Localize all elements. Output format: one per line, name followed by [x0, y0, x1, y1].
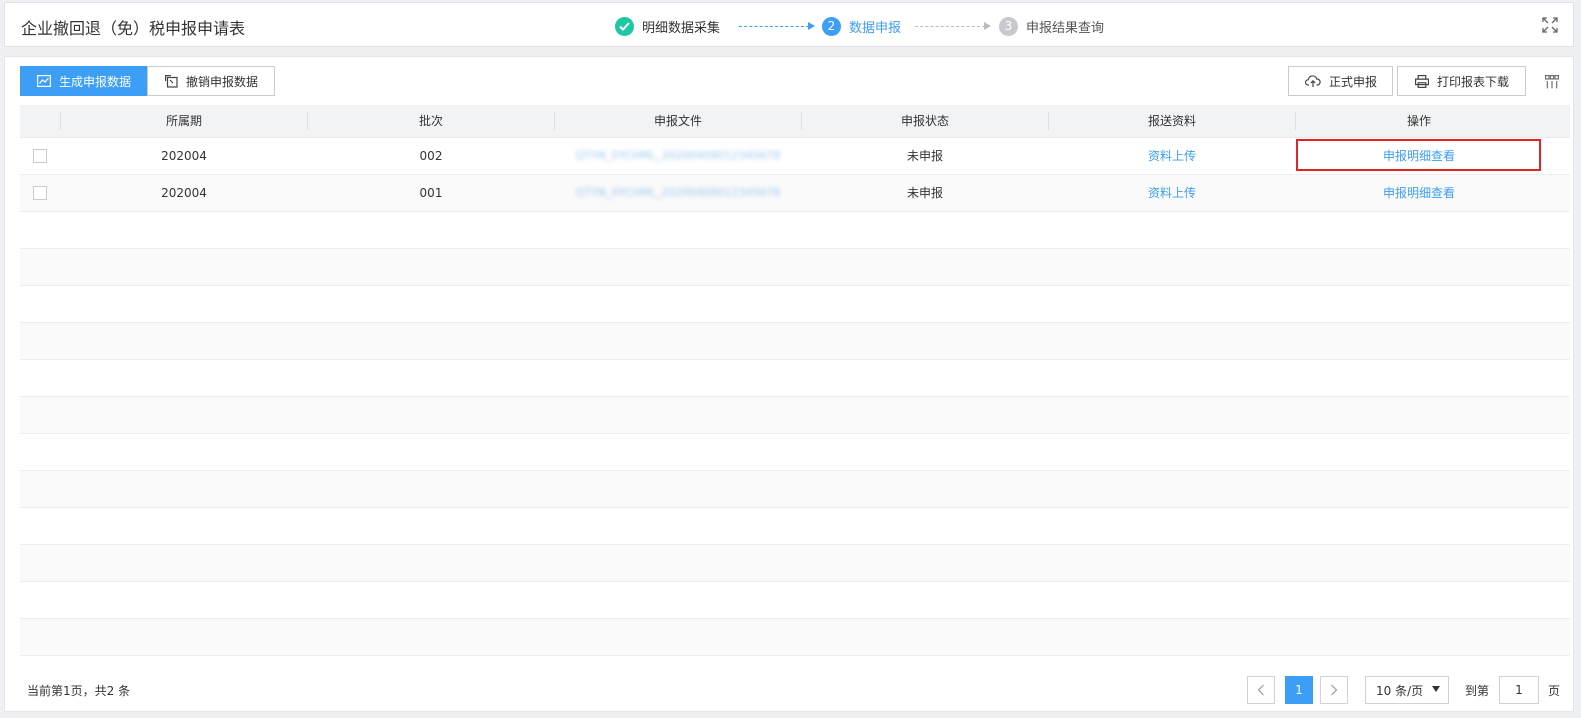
batch-cell: 001 — [419, 186, 443, 200]
empty-row — [20, 545, 1570, 582]
step-label: 申报结果查询 — [1026, 20, 1105, 36]
prev-page-button[interactable] — [1247, 676, 1275, 704]
printer-icon — [1415, 74, 1429, 88]
empty-row — [20, 323, 1570, 360]
view-detail-link[interactable]: 申报明细查看 — [1296, 175, 1542, 211]
empty-row — [20, 582, 1570, 619]
goto-page-input[interactable] — [1499, 676, 1539, 704]
empty-row — [20, 471, 1570, 508]
goto-suffix: 页 — [1548, 684, 1561, 698]
print-download-button[interactable]: 打印报表下载 — [1397, 66, 1526, 96]
column-header: 所属期 — [165, 114, 202, 128]
pagination-summary: 当前第1页，共2 条 — [27, 684, 131, 698]
revoke-icon — [165, 74, 178, 88]
step-result-query[interactable]: 3 申报结果查询 — [999, 15, 1104, 37]
table-row: 202004 001 QTYN_0YCHML_20200409012345678… — [20, 175, 1570, 212]
step-number: 3 — [999, 16, 1018, 36]
chart-icon — [37, 75, 51, 87]
column-header: 批次 — [418, 114, 443, 128]
cloud-upload-icon — [1305, 74, 1321, 87]
empty-row — [20, 360, 1570, 397]
chevron-left-icon — [1257, 684, 1264, 696]
empty-row — [20, 619, 1570, 656]
status-cell: 未申报 — [906, 186, 943, 200]
table-row: 202004 002 QTYN_0YCHML_20200409012345678… — [20, 138, 1570, 175]
empty-row — [20, 249, 1570, 286]
header-bar: 企业撤回退（免）税申报申请表 明细数据采集 2 数据申报 3 申报结果查询 — [4, 2, 1574, 47]
period-cell: 202004 — [161, 186, 207, 200]
step-detail-collection[interactable]: 明细数据采集 — [615, 15, 720, 37]
submit-declaration-button[interactable]: 正式申报 — [1288, 66, 1393, 96]
next-page-button[interactable] — [1320, 676, 1348, 704]
empty-row — [20, 212, 1570, 249]
step-connector — [915, 22, 991, 30]
print-download-label: 打印报表下载 — [1437, 74, 1510, 89]
file-link[interactable]: QTYN_0YCHML_20200409012345678 — [555, 175, 801, 211]
submit-declaration-label: 正式申报 — [1329, 74, 1378, 89]
column-header: 报送资料 — [1147, 114, 1196, 128]
revoke-data-button[interactable]: 撤销申报数据 — [147, 66, 275, 96]
file-link[interactable]: QTYN_0YCHML_20200409012345678 — [555, 138, 801, 174]
column-settings-icon[interactable] — [1545, 75, 1559, 89]
step-label: 数据申报 — [849, 20, 902, 36]
generate-data-button[interactable]: 生成申报数据 — [20, 66, 148, 96]
fullscreen-icon[interactable] — [1541, 16, 1559, 34]
main-panel: 生成申报数据 撤销申报数据 正式申报 打印报表下载 所属期 批次 申报文件 申报… — [4, 56, 1574, 712]
table-header: 所属期 批次 申报文件 申报状态 报送资料 操作 — [20, 105, 1570, 138]
page-size-select[interactable]: 10 条/页 — [1365, 676, 1449, 704]
column-header: 操作 — [1406, 114, 1431, 128]
empty-row — [20, 434, 1570, 471]
empty-row — [20, 286, 1570, 323]
declaration-table: 所属期 批次 申报文件 申报状态 报送资料 操作 202004 002 QTYN… — [20, 105, 1570, 656]
period-cell: 202004 — [161, 149, 207, 163]
goto-prefix: 到第 — [1465, 684, 1490, 698]
caret-down-icon — [1432, 686, 1440, 692]
row-checkbox[interactable] — [33, 149, 47, 163]
step-number: 2 — [822, 16, 841, 36]
page-1-button[interactable]: 1 — [1285, 676, 1313, 704]
generate-data-label: 生成申报数据 — [59, 74, 132, 89]
batch-cell: 002 — [419, 149, 443, 163]
check-icon — [615, 16, 634, 36]
upload-link[interactable]: 资料上传 — [1049, 138, 1295, 174]
view-detail-link[interactable]: 申报明细查看 — [1296, 138, 1542, 174]
status-cell: 未申报 — [906, 149, 943, 163]
step-connector — [739, 22, 815, 30]
step-label: 明细数据采集 — [642, 20, 721, 36]
upload-link[interactable]: 资料上传 — [1049, 175, 1295, 211]
step-data-submit[interactable]: 2 数据申报 — [822, 15, 901, 37]
chevron-right-icon — [1331, 684, 1338, 696]
column-header: 申报文件 — [653, 114, 702, 128]
row-checkbox[interactable] — [33, 186, 47, 200]
column-header: 申报状态 — [900, 114, 949, 128]
page-title: 企业撤回退（免）税申报申请表 — [21, 19, 246, 38]
page-size-value: 10 条/页 — [1376, 683, 1424, 698]
empty-row — [20, 397, 1570, 434]
empty-row — [20, 508, 1570, 545]
revoke-data-label: 撤销申报数据 — [186, 74, 259, 89]
